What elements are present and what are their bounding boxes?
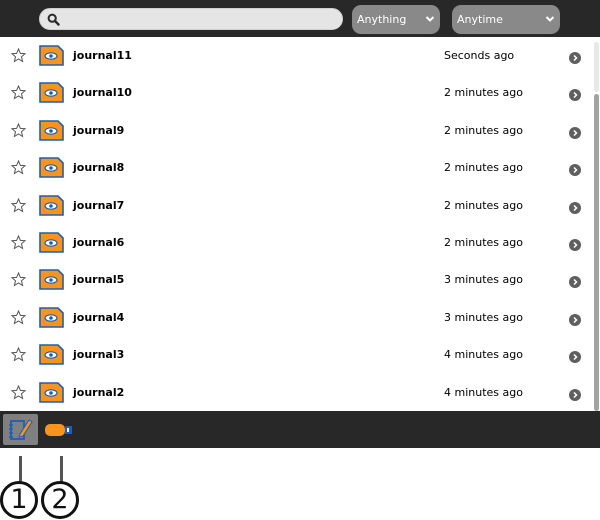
journal-entry-icon[interactable]	[39, 381, 64, 403]
journal-entry-icon[interactable]	[39, 45, 64, 66]
journal-entry-list: journal11 Seconds ago journal10 2 minutes a…	[0, 37, 593, 411]
star-icon[interactable]	[10, 159, 27, 175]
list-item[interactable]: journal5 3 minutes ago	[0, 261, 593, 298]
entry-detail-arrow-icon[interactable]	[569, 124, 581, 139]
callout-2-number: 2	[51, 484, 69, 515]
star-icon[interactable]	[10, 197, 27, 213]
journal-entry-icon[interactable]	[39, 119, 64, 141]
entry-detail-arrow-icon[interactable]	[569, 161, 581, 177]
entry-detail-arrow-icon[interactable]	[569, 236, 581, 251]
entry-title[interactable]: journal2	[73, 386, 124, 399]
entry-title[interactable]: journal7	[73, 199, 124, 212]
scrollbar[interactable]	[593, 37, 600, 411]
entry-title[interactable]: journal6	[73, 236, 124, 249]
entry-title[interactable]: journal5	[73, 273, 124, 286]
entry-time: 2 minutes ago	[444, 236, 523, 249]
star-icon[interactable]	[10, 272, 27, 287]
entry-time: 4 minutes ago	[444, 385, 523, 399]
search-icon	[47, 13, 60, 26]
scrollbar-thumb[interactable]	[594, 94, 599, 411]
chevron-down-icon	[425, 16, 435, 22]
journal-view-button[interactable]	[3, 414, 38, 445]
journal-entry-icon[interactable]	[39, 194, 64, 216]
entry-detail-arrow-icon[interactable]	[569, 49, 581, 64]
list-item[interactable]: journal9 2 minutes ago	[0, 112, 593, 149]
entry-time: 2 minutes ago	[444, 123, 523, 137]
callout-1-number: 1	[10, 484, 28, 515]
bottom-toolbar	[0, 411, 600, 448]
entry-time: 4 minutes ago	[444, 348, 523, 362]
top-toolbar: Anything Anytime	[0, 0, 600, 37]
entry-time: 3 minutes ago	[444, 310, 523, 324]
entry-time: 2 minutes ago	[444, 86, 523, 100]
star-icon[interactable]	[10, 309, 27, 325]
callout-1: 1	[0, 481, 38, 519]
list-item[interactable]: journal3 4 minutes ago	[0, 336, 593, 373]
entry-time: Seconds ago	[444, 49, 515, 62]
callout-2: 2	[41, 481, 79, 519]
list-item[interactable]: journal2 4 minutes ago	[0, 374, 593, 411]
search-field[interactable]	[39, 8, 343, 30]
search-input[interactable]	[64, 11, 336, 27]
entry-detail-arrow-icon[interactable]	[569, 311, 581, 326]
list-item[interactable]: journal11 Seconds ago	[0, 37, 593, 74]
filter-type-dropdown[interactable]: Anything	[352, 5, 440, 34]
entry-detail-arrow-icon[interactable]	[569, 348, 581, 364]
star-icon[interactable]	[10, 85, 27, 100]
filter-time-dropdown[interactable]: Anytime	[452, 5, 560, 34]
entry-detail-arrow-icon[interactable]	[569, 386, 581, 401]
filter-time-label: Anytime	[457, 13, 503, 26]
list-item[interactable]: journal6 2 minutes ago	[0, 224, 593, 261]
star-icon[interactable]	[10, 384, 27, 400]
chevron-down-icon	[545, 16, 555, 22]
list-item[interactable]: journal4 3 minutes ago	[0, 299, 593, 336]
entry-time: 2 minutes ago	[444, 198, 523, 212]
star-icon[interactable]	[10, 47, 27, 63]
journal-entry-icon[interactable]	[39, 306, 64, 328]
usb-device-icon[interactable]	[44, 421, 74, 439]
entry-title[interactable]: journal8	[73, 161, 124, 174]
list-item[interactable]: journal7 2 minutes ago	[0, 187, 593, 224]
entry-title[interactable]: journal4	[73, 311, 124, 324]
journal-entry-icon[interactable]	[39, 82, 64, 104]
journal-entry-icon[interactable]	[39, 269, 64, 291]
journal-entry-icon[interactable]	[39, 344, 64, 365]
list-item[interactable]: journal10 2 minutes ago	[0, 74, 593, 111]
entry-detail-arrow-icon[interactable]	[569, 273, 581, 289]
callout-1-line	[19, 456, 22, 482]
entry-detail-arrow-icon[interactable]	[569, 86, 581, 102]
scrollbar-track-top	[594, 42, 599, 92]
list-item[interactable]: journal8 2 minutes ago	[0, 149, 593, 186]
entry-time: 3 minutes ago	[444, 273, 523, 287]
callout-2-line	[60, 456, 63, 482]
entry-title[interactable]: journal11	[73, 49, 132, 62]
star-icon[interactable]	[10, 346, 27, 362]
star-icon[interactable]	[10, 122, 27, 138]
entry-detail-arrow-icon[interactable]	[569, 199, 581, 214]
entry-title[interactable]: journal9	[73, 124, 124, 137]
entry-title[interactable]: journal10	[73, 86, 132, 99]
entry-time: 2 minutes ago	[444, 161, 523, 175]
journal-view-icon	[9, 419, 33, 440]
journal-entry-icon[interactable]	[39, 232, 64, 253]
journal-entry-icon[interactable]	[39, 157, 64, 178]
star-icon[interactable]	[10, 234, 27, 250]
filter-type-label: Anything	[357, 13, 407, 26]
entry-title[interactable]: journal3	[73, 348, 124, 361]
